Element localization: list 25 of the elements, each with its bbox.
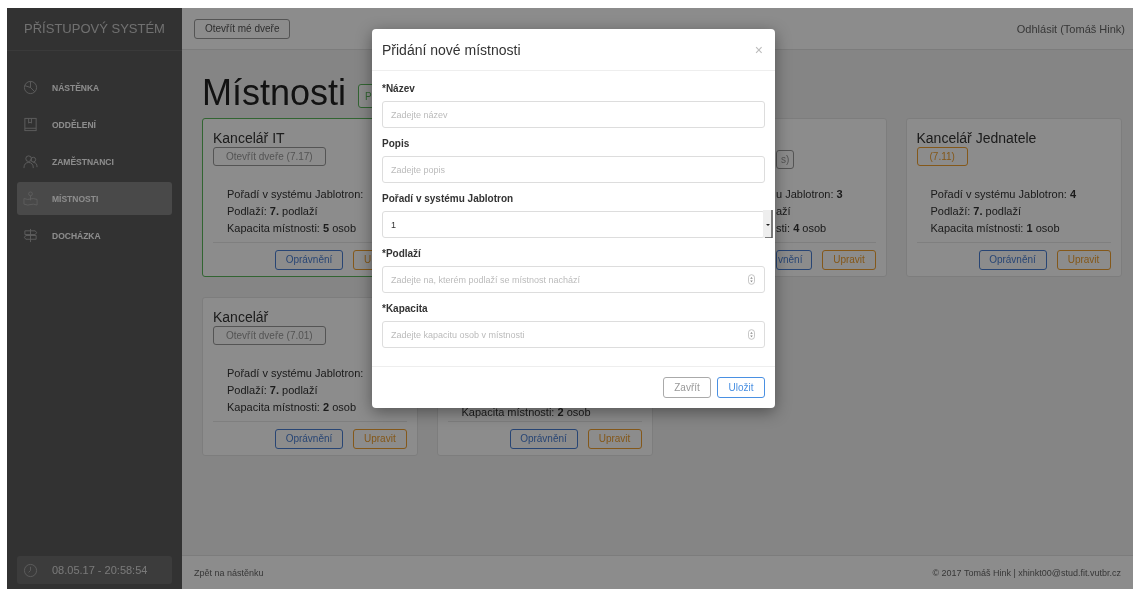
room-detail: Kapacita místnosti: 2 osob [461, 405, 591, 420]
room-detail: Pořadí v systému Jablotron: 4 [930, 187, 1077, 202]
room-detail: Pořadí v systému Jablotron: [227, 366, 364, 381]
field-label: *Název [382, 83, 416, 94]
room-detail: Kapacita místnosti: 5 osob [227, 221, 357, 236]
room-detail: Podlaží: 7. podlaží [227, 383, 318, 398]
room-detail: Kapacita místnosti: 2 osob [227, 400, 357, 415]
room-detail: aží [776, 204, 791, 219]
room-detail: Pořadí v systému Jablotron: [227, 187, 364, 202]
room-detail: Kapacita místnosti: 1 osob [930, 221, 1060, 236]
room-title: Kancelář Jednatele [916, 130, 1037, 146]
room-detail: Podlaží: 7. podlaží [930, 204, 1022, 219]
field-label: *Kapacita [382, 303, 429, 314]
field-label: Popis [382, 138, 411, 149]
dialog-title: Přidání nové místnosti [382, 41, 521, 58]
copyright-text: © 2017 Tomáš Hink | xhinkt00@stud.fit.vutbr.cz [932, 567, 1121, 578]
page-heading: Místnosti [202, 72, 347, 114]
field-label: Pořadí v systému Jablotron [382, 193, 515, 204]
room-detail: u Jablotron: 3 [776, 187, 843, 202]
room-detail: sti: 4 osob [776, 221, 827, 236]
field-label: *Podlaží [382, 248, 422, 259]
clock-time: 08.05.17 - 20:58:54 [52, 564, 148, 576]
room-detail: Podlaží: 7. podlaží [227, 204, 318, 219]
room-title: Kancelář [213, 309, 269, 325]
room-title: Kancelář IT [213, 130, 285, 146]
